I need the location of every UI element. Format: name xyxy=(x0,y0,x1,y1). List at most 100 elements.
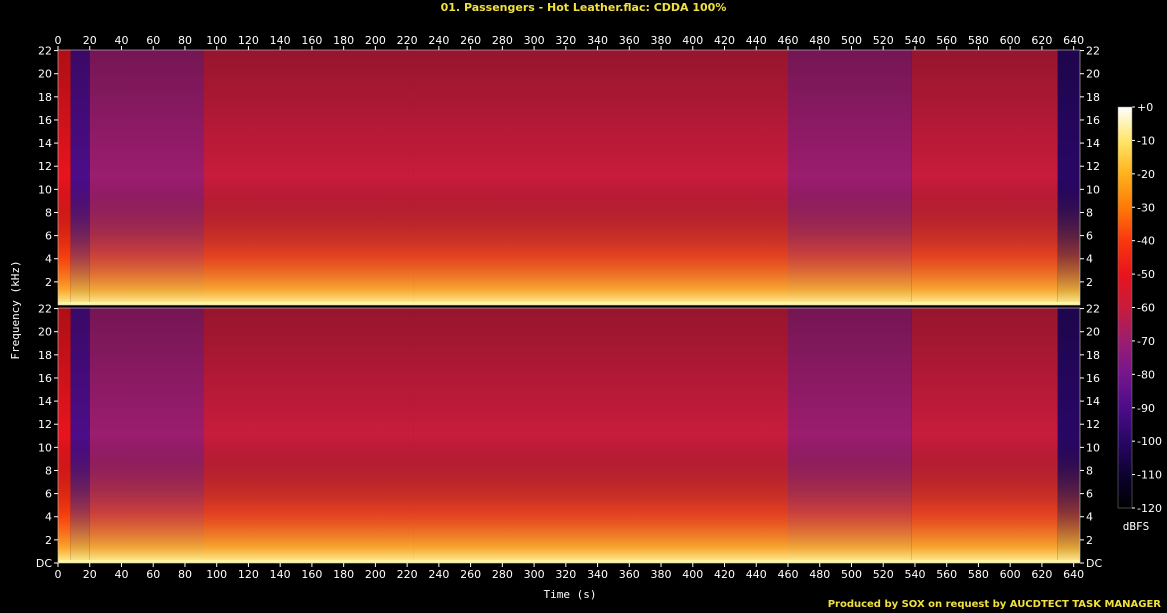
x-tick-label-top: 40 xyxy=(114,34,128,47)
y-tick-label-left-ch1: 10 xyxy=(38,183,52,196)
y-tick-label-left-ch1: 14 xyxy=(38,137,52,150)
x-tick-label-bottom: 60 xyxy=(146,568,160,581)
x-tick-label-top: 120 xyxy=(238,34,259,47)
x-tick-label-bottom: 280 xyxy=(492,568,513,581)
x-tick-label-top: 320 xyxy=(555,34,576,47)
x-axis-label: Time (s) xyxy=(544,588,597,601)
dc-line xyxy=(58,302,1080,305)
spectrogram-segment-shading xyxy=(89,50,204,305)
x-tick-label-top: 380 xyxy=(651,34,672,47)
x-tick-label-bottom: 600 xyxy=(1000,568,1021,581)
y-tick-label-left-ch1: 22 xyxy=(38,45,52,58)
x-tick-label-bottom: 180 xyxy=(333,568,354,581)
x-tick-label-top: 640 xyxy=(1063,34,1084,47)
x-tick-label-bottom: 640 xyxy=(1063,568,1084,581)
x-tick-label-top: 500 xyxy=(841,34,862,47)
y-tick-label-right-ch1: 6 xyxy=(1086,230,1093,243)
y-tick-label-left-ch1: 6 xyxy=(45,230,52,243)
y-tick-label-left-ch2: 4 xyxy=(45,511,52,524)
x-tick-label-bottom: 460 xyxy=(778,568,799,581)
spectrogram-segment-shading xyxy=(911,50,1058,305)
y-tick-label-right-ch2: 2 xyxy=(1086,534,1093,547)
y-tick-label-left-ch2: 20 xyxy=(38,326,52,339)
x-tick-label-bottom: 560 xyxy=(936,568,957,581)
y-tick-label-left-ch2: 10 xyxy=(38,441,52,454)
x-tick-label-top: 540 xyxy=(904,34,925,47)
y-tick-label-right-ch1: 8 xyxy=(1086,206,1093,219)
colorbar-tick-label: -100 xyxy=(1137,435,1162,448)
x-tick-label-bottom: 380 xyxy=(651,568,672,581)
y-tick-label-left-ch1: 8 xyxy=(45,206,52,219)
x-tick-label-bottom: 200 xyxy=(365,568,386,581)
y-tick-label-left-ch2: 16 xyxy=(38,372,52,385)
spectrogram-segment-shading xyxy=(70,50,90,305)
x-tick-label-bottom: 320 xyxy=(555,568,576,581)
x-tick-label-top: 400 xyxy=(682,34,703,47)
y-tick-label-left-ch2: 8 xyxy=(45,464,52,477)
x-tick-label-top: 460 xyxy=(778,34,799,47)
y-tick-label-right-ch1: 10 xyxy=(1086,183,1100,196)
x-tick-label-top: 60 xyxy=(146,34,160,47)
y-tick-label-left-ch2: 12 xyxy=(38,418,52,431)
x-tick-label-bottom: 260 xyxy=(460,568,481,581)
spectrogram-segment-shading xyxy=(413,308,788,563)
x-tick-label-bottom: 420 xyxy=(714,568,735,581)
y-tick-label-right-ch2: 6 xyxy=(1086,488,1093,501)
x-tick-label-bottom: 80 xyxy=(178,568,192,581)
y-tick-label-right-ch1: 16 xyxy=(1086,114,1100,127)
x-tick-label-bottom: 20 xyxy=(83,568,97,581)
spectrogram-segment-shading xyxy=(413,50,788,305)
y-tick-label-left-ch1: 16 xyxy=(38,114,52,127)
y-tick-label-right-ch1: 22 xyxy=(1086,45,1100,58)
colorbar-label: dBFS xyxy=(1123,520,1150,533)
y-tick-label-left-ch2: 2 xyxy=(45,534,52,547)
x-tick-label-top: 520 xyxy=(873,34,894,47)
x-tick-label-bottom: 540 xyxy=(904,568,925,581)
x-tick-label-bottom: 340 xyxy=(587,568,608,581)
y-tick-label-right-ch2: 16 xyxy=(1086,372,1100,385)
x-tick-label-bottom: 120 xyxy=(238,568,259,581)
x-tick-label-top: 260 xyxy=(460,34,481,47)
x-tick-label-bottom: 440 xyxy=(746,568,767,581)
y-axis-label: Frequency (kHz) xyxy=(9,260,22,359)
x-tick-label-top: 20 xyxy=(83,34,97,47)
spectrogram-segment-shading xyxy=(911,308,1058,563)
colorbar-gradient xyxy=(1117,106,1133,509)
spectrogram-segment-shading xyxy=(58,50,71,305)
x-tick-label-top: 420 xyxy=(714,34,735,47)
colorbar: +0 -10 -20 -30 -40 -50 -60 -70 -80 -90 -100 -110 -12… xyxy=(1117,101,1162,515)
y-tick-label-right-ch2: DC xyxy=(1086,557,1102,570)
y-tick-label-right-ch1: 18 xyxy=(1086,91,1100,104)
y-tick-label-right-ch1: 20 xyxy=(1086,68,1100,81)
colorbar-tick-label: -50 xyxy=(1137,268,1155,281)
x-tick-label-bottom: 480 xyxy=(809,568,830,581)
colorbar-tick-label: -10 xyxy=(1137,134,1155,147)
x-tick-label-top: 100 xyxy=(206,34,227,47)
spectrogram-segment-shading xyxy=(788,308,912,563)
colorbar-tick-label: -70 xyxy=(1137,335,1155,348)
y-tick-label-right-ch1: 12 xyxy=(1086,160,1100,173)
spectrogram-segment-shading xyxy=(788,50,912,305)
x-tick-label-bottom: 40 xyxy=(114,568,128,581)
colorbar-tick-label: -30 xyxy=(1137,201,1155,214)
y-tick-label-right-ch1: 2 xyxy=(1086,276,1093,289)
x-tick-label-top: 620 xyxy=(1031,34,1052,47)
x-tick-label-top: 560 xyxy=(936,34,957,47)
y-tick-label-right-ch2: 4 xyxy=(1086,511,1093,524)
x-tick-label-bottom: 100 xyxy=(206,568,227,581)
colorbar-tick-label: -120 xyxy=(1137,502,1162,515)
x-tick-label-bottom: 520 xyxy=(873,568,894,581)
y-tick-label-left-ch2: 14 xyxy=(38,395,52,408)
spectrogram-segment-shading xyxy=(204,50,414,305)
x-tick-label-top: 300 xyxy=(524,34,545,47)
y-tick-label-left-ch2: 18 xyxy=(38,349,52,362)
spectrogram-segment-shading xyxy=(1057,50,1080,305)
spectrogram-segment-shading xyxy=(58,308,71,563)
x-tick-label-top: 340 xyxy=(587,34,608,47)
x-tick-label-bottom: 360 xyxy=(619,568,640,581)
x-tick-label-bottom: 220 xyxy=(397,568,418,581)
x-tick-label-top: 180 xyxy=(333,34,354,47)
credit-text: Produced by SOX on request by AUCDTECT T… xyxy=(827,599,1161,610)
x-tick-label-top: 80 xyxy=(178,34,192,47)
x-tick-label-bottom: 160 xyxy=(301,568,322,581)
